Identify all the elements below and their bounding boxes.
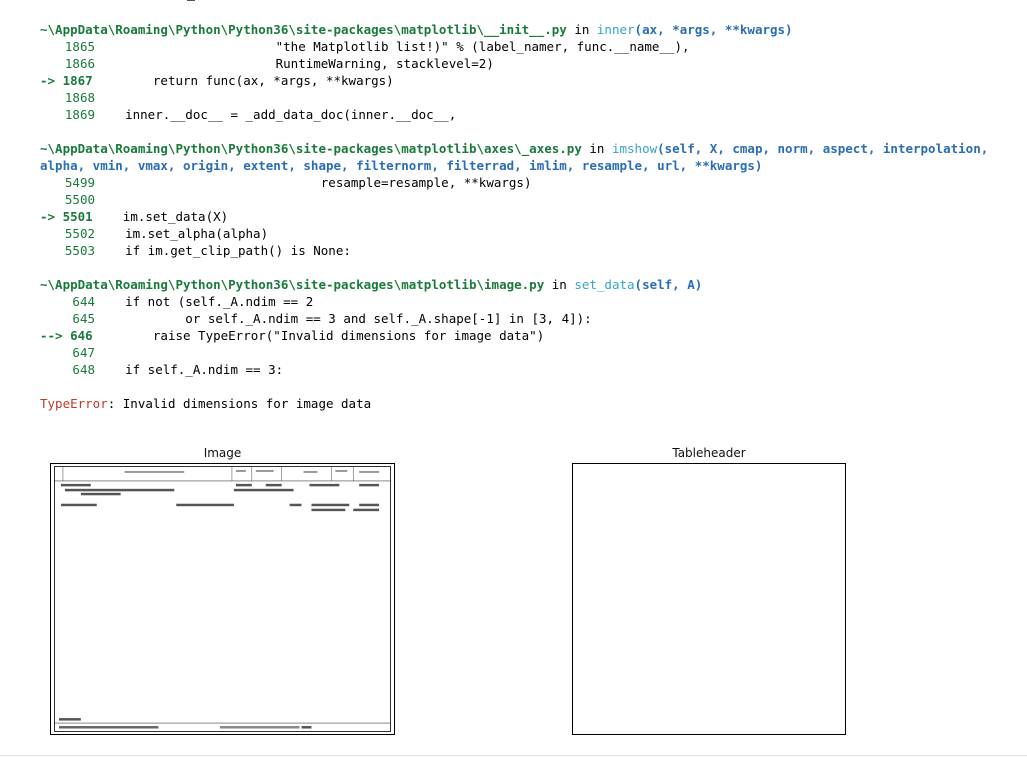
code-line: 1866 RuntimeWarning, stacklevel=2) bbox=[64, 56, 494, 71]
traceback-output: ~\AppData\Roaming\Python\Python36\site-p… bbox=[40, 21, 1020, 412]
error-line: TypeError: Invalid dimensions for image … bbox=[40, 395, 1020, 412]
code-line: 644 if not (self._A.ndim == 2 bbox=[72, 294, 314, 309]
document-scan-graphic bbox=[55, 467, 390, 729]
error-message: : Invalid dimensions for image data bbox=[107, 396, 372, 411]
code-line: 1865 "the Matplotlib list!)" % (label_na… bbox=[64, 39, 690, 54]
frame-signature: (self, A) bbox=[634, 277, 703, 292]
output-bottom-border bbox=[0, 755, 1027, 756]
frame-path: ~\AppData\Roaming\Python\Python36\site-p… bbox=[40, 277, 545, 292]
code-line: 647 bbox=[72, 345, 95, 360]
frame-header: ~\AppData\Roaming\Python\Python36\site-p… bbox=[40, 141, 989, 156]
frame-header: ~\AppData\Roaming\Python\Python36\site-p… bbox=[40, 277, 703, 292]
scroll-mark bbox=[187, 0, 195, 1]
code-line: 5503 if im.get_clip_path() is None: bbox=[64, 243, 351, 258]
right-subplot-axes bbox=[572, 463, 846, 735]
frame-func: set_data bbox=[574, 277, 635, 292]
code-line: 1869 inner.__doc__ = _add_data_doc(inner… bbox=[64, 107, 457, 122]
right-subplot-title: Tableheader bbox=[672, 446, 746, 460]
error-type: TypeError bbox=[40, 396, 108, 411]
frame-path: ~\AppData\Roaming\Python\Python36\site-p… bbox=[40, 141, 582, 156]
code-line: 648 if self._A.ndim == 3: bbox=[72, 362, 284, 377]
left-subplot-title: Image bbox=[203, 446, 242, 460]
code-line: 645 or self._A.ndim == 3 and self._A.sha… bbox=[72, 311, 592, 326]
code-line: 5502 im.set_alpha(alpha) bbox=[64, 226, 269, 241]
code-line: 1868 bbox=[64, 90, 95, 105]
frame-signature: (ax, *args, **kwargs) bbox=[634, 22, 793, 37]
frame-signature: (self, X, cmap, norm, aspect, interpolat… bbox=[657, 141, 989, 156]
code-line: 5500 bbox=[64, 192, 95, 207]
document-image-thumbnail bbox=[54, 466, 391, 732]
current-code-line: -> 1867 return func(ax, *args, **kwargs) bbox=[40, 73, 394, 88]
frame-path: ~\AppData\Roaming\Python\Python36\site-p… bbox=[40, 22, 567, 37]
code-line: 5499 resample=resample, **kwargs) bbox=[64, 175, 532, 190]
left-subplot-axes bbox=[50, 463, 395, 735]
frame-func: imshow bbox=[611, 141, 658, 156]
frame-func: inner bbox=[596, 22, 635, 37]
frame-header: ~\AppData\Roaming\Python\Python36\site-p… bbox=[40, 22, 793, 37]
current-code-line: -> 5501 im.set_data(X) bbox=[40, 209, 229, 224]
frame-signature-cont: alpha, vmin, vmax, origin, extent, shape… bbox=[40, 158, 763, 173]
current-code-line: --> 646 raise TypeError("Invalid dimensi… bbox=[40, 328, 545, 343]
